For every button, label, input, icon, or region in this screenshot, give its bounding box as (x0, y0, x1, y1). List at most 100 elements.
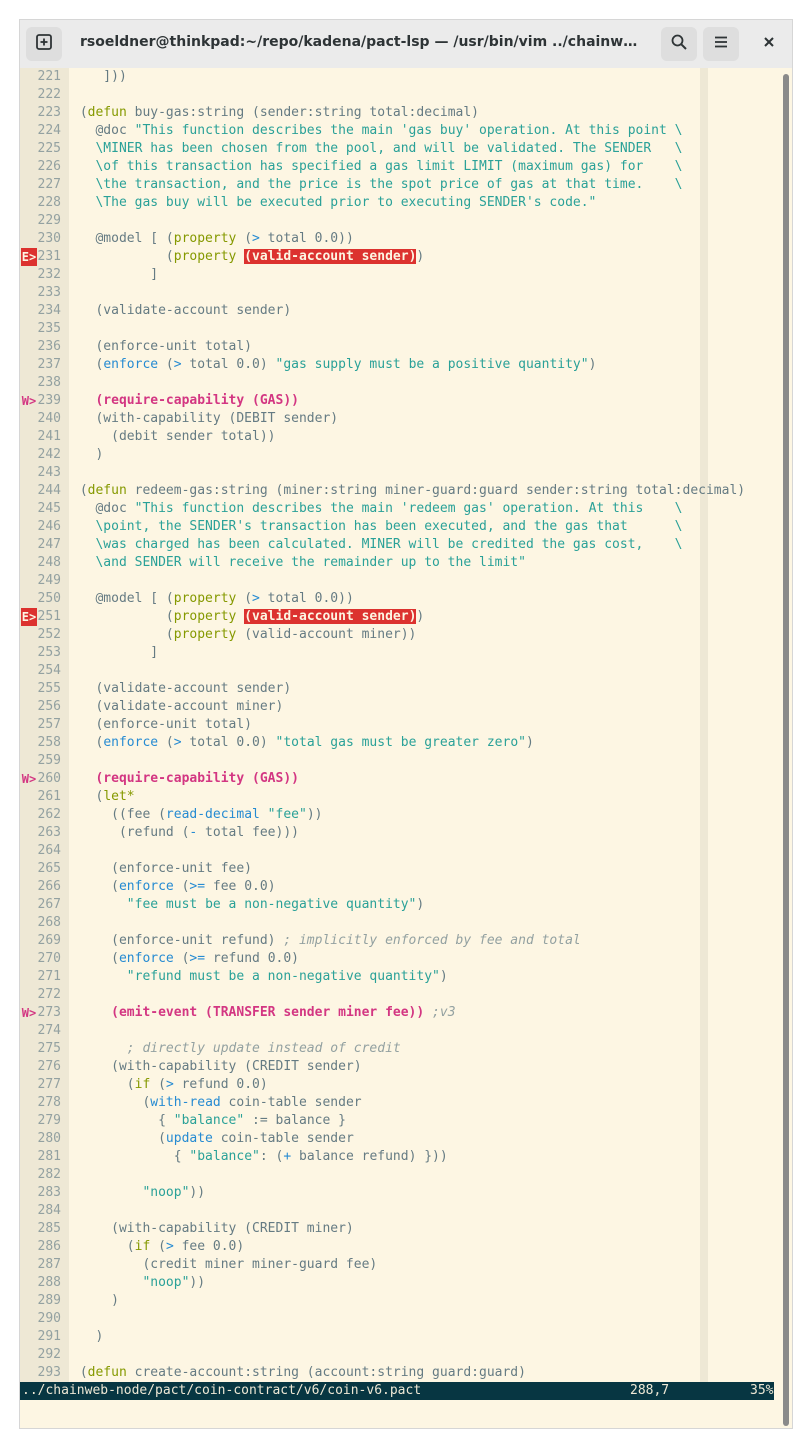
code-line[interactable]: 265 (enforce-unit fee) (20, 860, 780, 878)
code-line[interactable]: 281 { "balance": (+ balance refund) })) (20, 1148, 780, 1166)
code-line[interactable]: 232 ] (20, 266, 780, 284)
code-line[interactable]: 264 (20, 842, 780, 860)
string-token: \of this transaction has specified a gas… (72, 159, 683, 174)
code-line[interactable]: 222 (20, 86, 780, 104)
vim-editor[interactable]: 221 ])) 222 223 (defun buy-gas:string (sen… (20, 68, 792, 1428)
code-line[interactable]: 238 (20, 374, 780, 392)
code-text: refund 0.0) (173, 1077, 268, 1092)
code-line[interactable]: 279 { "balance" := balance } (20, 1112, 780, 1130)
code-line[interactable]: 272 (20, 986, 780, 1004)
new-tab-button[interactable] (26, 27, 62, 61)
code-line[interactable]: 257 (enforce-unit total) (20, 716, 780, 734)
code-line[interactable]: 285 (with-capability (CREDIT miner) (20, 1220, 780, 1238)
code-content: (defun buy-gas:string (sender:string tot… (72, 104, 479, 122)
code-line[interactable]: 266 (enforce (>= fee 0.0) (20, 878, 780, 896)
code-line[interactable]: 293 (defun create-account:string (accoun… (20, 1364, 780, 1382)
code-line[interactable]: W> 239 (require-capability (GAS)) (20, 392, 780, 410)
code-line[interactable]: 235 (20, 320, 780, 338)
code-text: ( (72, 1131, 166, 1146)
code-line[interactable]: 248 \and SENDER will receive the remaind… (20, 554, 780, 572)
code-line[interactable]: 290 (20, 1310, 780, 1328)
code-line[interactable]: 267 "fee must be a non-negative quantity… (20, 896, 780, 914)
code-line[interactable]: 221 ])) (20, 68, 780, 86)
code-line[interactable]: E> 251 (property (valid-account sender)) (20, 608, 780, 626)
code-content: ])) (72, 68, 127, 86)
code-line[interactable]: 274 (20, 1022, 780, 1040)
title-bar: rsoeldner@thinkpad:~/repo/kadena/pact-ls… (20, 20, 792, 69)
code-line[interactable]: 225 \MINER has been chosen from the pool… (20, 140, 780, 158)
line-number: 273 (37, 1005, 61, 1020)
status-file-path: ../chainweb-node/pact/coin-contract/v6/c… (22, 1383, 422, 1398)
command-line[interactable] (20, 1400, 780, 1428)
scrollbar-thumb[interactable] (783, 74, 789, 1426)
line-number: 228 (37, 195, 61, 210)
search-button[interactable] (661, 27, 697, 61)
line-number: 266 (37, 879, 61, 894)
code-line[interactable]: 283 "noop")) (20, 1184, 780, 1202)
code-line[interactable]: 229 (20, 212, 780, 230)
code-line[interactable]: 227 \the transaction, and the price is t… (20, 176, 780, 194)
code-line[interactable]: 223 (defun buy-gas:string (sender:string… (20, 104, 780, 122)
code-line[interactable]: 247 \was charged has been calculated. MI… (20, 536, 780, 554)
code-line[interactable]: 284 (20, 1202, 780, 1220)
code-line[interactable]: 230 @model [ (property (> total 0.0)) (20, 230, 780, 248)
code-line[interactable]: 245 @doc "This function describes the ma… (20, 500, 780, 518)
code-line[interactable]: 249 (20, 572, 780, 590)
code-line[interactable]: 256 (validate-account miner) (20, 698, 780, 716)
code-line[interactable]: 261 (let* (20, 788, 780, 806)
close-button[interactable] (751, 27, 787, 61)
code-line[interactable]: 228 \The gas buy will be executed prior … (20, 194, 780, 212)
code-line[interactable]: 268 (20, 914, 780, 932)
code-text: ])) (72, 69, 127, 84)
scrollbar[interactable] (780, 68, 792, 1428)
code-line[interactable]: 241 (debit sender total)) (20, 428, 780, 446)
code-line[interactable]: 271 "refund must be a non-negative quant… (20, 968, 780, 986)
code-line[interactable]: 292 (20, 1346, 780, 1364)
code-line[interactable]: W> 273 (emit-event (TRANSFER sender miner… (20, 1004, 780, 1022)
code-lines[interactable]: 221 ])) 222 223 (defun buy-gas:string (sen… (20, 68, 780, 1382)
code-line[interactable]: 278 (with-read coin-table sender (20, 1094, 780, 1112)
line-number: 258 (37, 735, 61, 750)
menu-button[interactable] (703, 27, 739, 61)
code-line[interactable]: 224 @doc "This function describes the ma… (20, 122, 780, 140)
code-line[interactable]: 291 ) (20, 1328, 780, 1346)
code-line[interactable]: 286 (if (> fee 0.0) (20, 1238, 780, 1256)
code-line[interactable]: 282 (20, 1166, 780, 1184)
code-line[interactable]: 246 \point, the SENDER's transaction has… (20, 518, 780, 536)
code-text: ( (150, 1239, 166, 1254)
code-line[interactable]: 262 ((fee (read-decimal "fee")) (20, 806, 780, 824)
code-line[interactable]: E> 231 (property (valid-account sender)) (20, 248, 780, 266)
line-number: 282 (37, 1167, 61, 1182)
code-content: \point, the SENDER's transaction has bee… (72, 518, 682, 536)
code-line[interactable]: 236 (enforce-unit total) (20, 338, 780, 356)
code-line[interactable]: 253 ] (20, 644, 780, 662)
code-line[interactable]: 288 "noop")) (20, 1274, 780, 1292)
code-line[interactable]: 250 @model [ (property (> total 0.0)) (20, 590, 780, 608)
code-line[interactable]: 269 (enforce-unit refund) ; implicitly e… (20, 932, 780, 950)
code-text: (with-capability (CREDIT sender) (72, 1059, 362, 1074)
code-line[interactable]: 233 (20, 284, 780, 302)
code-line[interactable]: 226 \of this transaction has specified a… (20, 158, 780, 176)
code-line[interactable]: 287 (credit miner miner-guard fee) (20, 1256, 780, 1274)
code-line[interactable]: 277 (if (> refund 0.0) (20, 1076, 780, 1094)
code-line[interactable]: 242 ) (20, 446, 780, 464)
code-line[interactable]: 270 (enforce (>= refund 0.0) (20, 950, 780, 968)
code-line[interactable]: 259 (20, 752, 780, 770)
code-line[interactable]: 275 ; directly update instead of credit (20, 1040, 780, 1058)
code-line[interactable]: 234 (validate-account sender) (20, 302, 780, 320)
line-number: 253 (37, 645, 61, 660)
code-line[interactable]: 255 (validate-account sender) (20, 680, 780, 698)
code-line[interactable]: 252 (property (valid-account miner)) (20, 626, 780, 644)
code-line[interactable]: 243 (20, 464, 780, 482)
code-line[interactable]: 289 ) (20, 1292, 780, 1310)
code-line[interactable]: W> 260 (require-capability (GAS)) (20, 770, 780, 788)
code-line[interactable]: 240 (with-capability (DEBIT sender) (20, 410, 780, 428)
code-text: ) (439, 969, 448, 984)
code-line[interactable]: 254 (20, 662, 780, 680)
code-line[interactable]: 237 (enforce (> total 0.0) "gas supply m… (20, 356, 780, 374)
code-line[interactable]: 244 (defun redeem-gas:string (miner:stri… (20, 482, 780, 500)
code-line[interactable]: 258 (enforce (> total 0.0) "total gas mu… (20, 734, 780, 752)
code-line[interactable]: 276 (with-capability (CREDIT sender) (20, 1058, 780, 1076)
code-line[interactable]: 280 (update coin-table sender (20, 1130, 780, 1148)
code-line[interactable]: 263 (refund (- total fee))) (20, 824, 780, 842)
